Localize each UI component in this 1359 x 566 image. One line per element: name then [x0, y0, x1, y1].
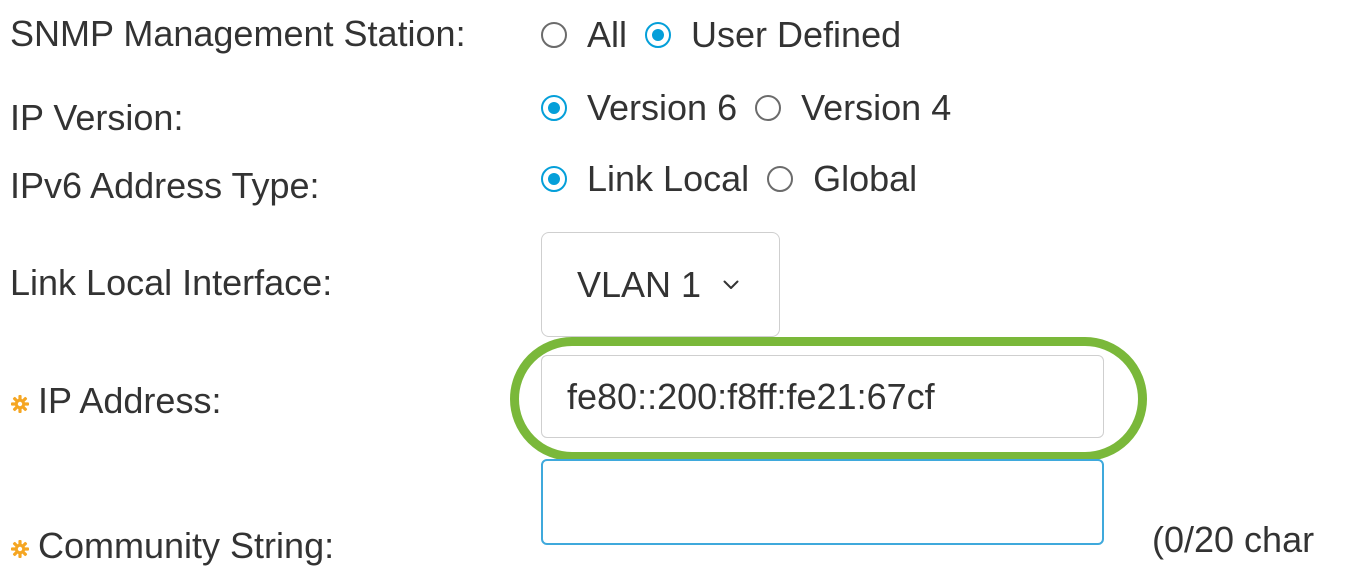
snmp-station-user-defined-radio[interactable]: User Defined — [645, 15, 901, 55]
link-local-interface-select[interactable]: VLAN 1 — [541, 232, 780, 337]
ip-version-6-radio[interactable]: Version 6 — [541, 88, 737, 128]
radio-unchecked-icon[interactable] — [755, 95, 782, 121]
radio-unchecked-icon[interactable] — [541, 22, 567, 48]
character-counter: (0/20 char — [1152, 519, 1315, 560]
radio-checked-icon[interactable] — [541, 95, 567, 121]
ipv6-global-label: Global — [813, 158, 918, 199]
snmp-station-all-radio[interactable]: All — [541, 15, 627, 55]
snmp-station-radio-group: All User Defined — [541, 11, 901, 59]
ipv6-link-local-radio[interactable]: Link Local — [541, 159, 749, 199]
link-local-interface-value: VLAN 1 — [577, 263, 702, 305]
link-local-interface-label: Link Local Interface: — [10, 262, 333, 303]
ipv6-global-radio[interactable]: Global — [767, 159, 917, 199]
ipv6-link-local-label: Link Local — [587, 158, 750, 199]
ip-version-6-label: Version 6 — [587, 87, 738, 128]
ipv6-address-type-radio-group: Link Local Global — [541, 155, 917, 203]
radio-checked-icon[interactable] — [541, 166, 567, 192]
required-asterisk-icon — [11, 395, 29, 413]
community-string-input[interactable] — [541, 459, 1104, 545]
community-string-label-row: Community String: — [10, 526, 334, 566]
ip-address-label-row: IP Address: — [10, 381, 221, 421]
ip-address-label: IP Address: — [38, 380, 222, 421]
snmp-station-all-label: All — [587, 14, 628, 55]
radio-unchecked-icon[interactable] — [767, 166, 794, 192]
community-string-label: Community String: — [38, 525, 335, 566]
required-asterisk-icon — [11, 540, 29, 558]
ip-version-4-label: Version 4 — [801, 87, 952, 128]
ip-version-label: IP Version: — [10, 97, 184, 138]
ip-address-input[interactable] — [541, 355, 1104, 438]
snmp-station-label: SNMP Management Station: — [10, 13, 466, 54]
radio-checked-icon[interactable] — [645, 22, 672, 48]
snmp-station-user-defined-label: User Defined — [691, 14, 902, 55]
ipv6-address-type-label: IPv6 Address Type: — [10, 165, 320, 206]
chevron-down-icon — [723, 280, 739, 289]
ip-version-radio-group: Version 6 Version 4 — [541, 84, 951, 132]
ip-version-4-radio[interactable]: Version 4 — [755, 88, 951, 128]
